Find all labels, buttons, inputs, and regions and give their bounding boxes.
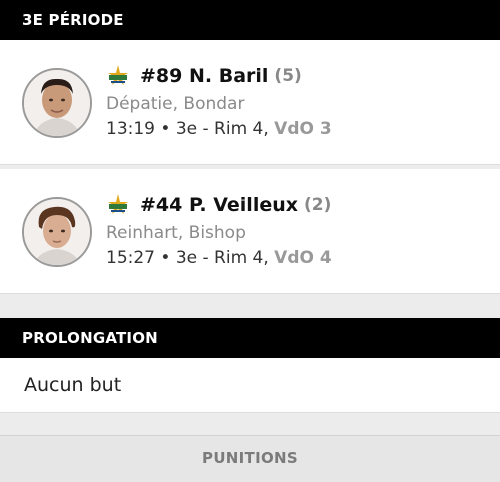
goal-time: 13:19 • 3e - Rim 4, [106,119,275,139]
section-divider [0,294,500,318]
scorer-name: #89 N. Baril [140,65,269,87]
goal-time: 15:27 • 3e - Rim 4, [106,248,275,268]
penalties-tab[interactable]: PUNITIONS [0,435,500,482]
player-avatar [22,197,92,267]
no-goal-message: Aucun but [0,358,500,413]
goal-count: (2) [304,195,332,215]
section-header-overtime: PROLONGATION [0,318,500,358]
section-header-period3: 3E PÉRIODE [0,0,500,40]
assists: Dépatie, Bondar [106,94,245,114]
team-logo-icon [108,65,128,85]
assists: Reinhart, Bishop [106,223,246,243]
goal-detail: 13:19 • 3e - Rim 4, VdO 3 [106,116,332,142]
player-avatar [22,68,92,138]
team-logo-icon [108,194,128,214]
goal-count: (5) [274,66,302,86]
goal-detail: 15:27 • 3e - Rim 4, VdO 4 [106,245,332,271]
team-score: VdO 3 [274,119,332,139]
team-score: VdO 4 [274,248,332,268]
scorer-name: #44 P. Veilleux [140,194,299,216]
goal-card[interactable]: #89 N. Baril (5) Dépatie, Bondar 13:19 •… [0,40,500,165]
goal-card[interactable]: #44 P. Veilleux (2) Reinhart, Bishop 15:… [0,169,500,294]
